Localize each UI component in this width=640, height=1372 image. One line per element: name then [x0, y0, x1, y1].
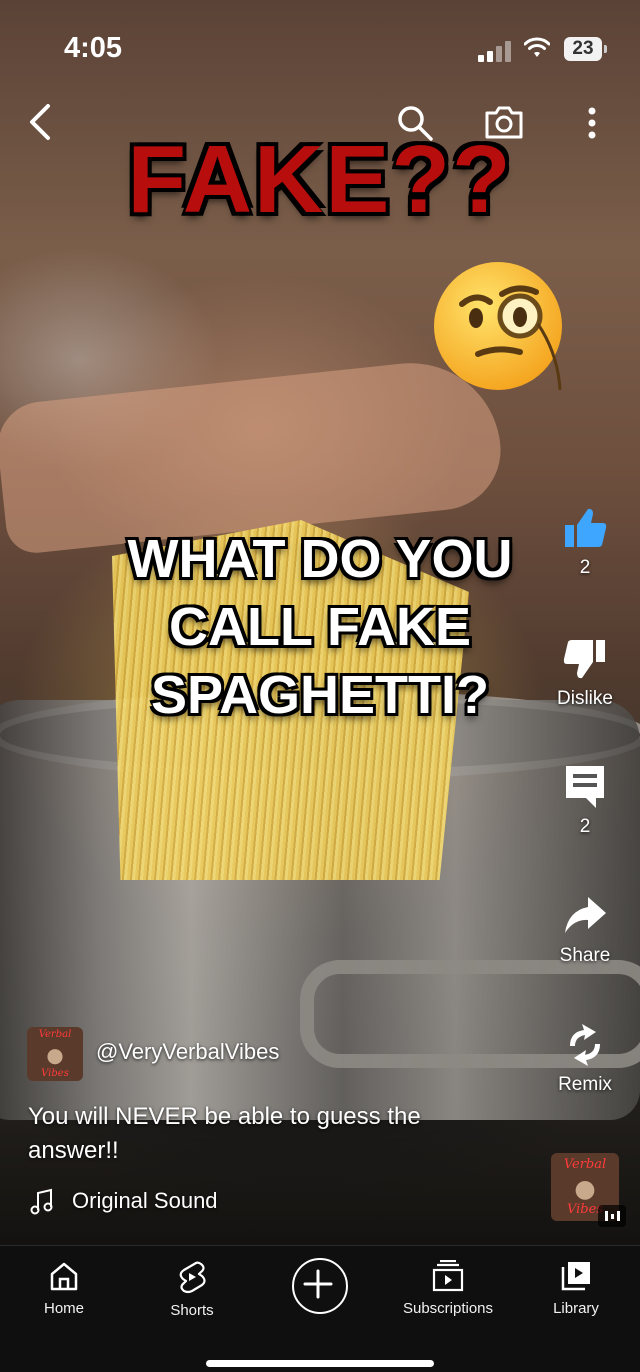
video-caption[interactable]: You will NEVER be able to guess the answ…	[28, 1100, 518, 1168]
audio-bars-icon	[598, 1205, 626, 1227]
channel-handle[interactable]: @VeryVerbalVibes	[96, 1039, 279, 1065]
signal-icon	[478, 40, 512, 62]
dislike-label: Dislike	[557, 688, 613, 709]
sound-thumb-text-top: Verbal	[563, 1157, 607, 1172]
video-overlay-question: WHAT DO YOU CALL FAKE SPAGHETTI?	[127, 529, 513, 725]
remix-button[interactable]: Remix	[540, 1022, 630, 1096]
nav-shorts[interactable]: Shorts	[128, 1260, 256, 1319]
nav-subscriptions-label: Subscriptions	[402, 1300, 494, 1317]
avatar-text-top: Verbal	[38, 1029, 72, 1040]
share-button[interactable]: Share	[540, 893, 630, 967]
bottom-navigation: Home Shorts Subscriptions Library	[0, 1245, 640, 1372]
status-time: 4:05	[64, 32, 123, 64]
share-label: Share	[559, 945, 611, 966]
home-icon	[50, 1262, 78, 1291]
like-button[interactable]: 2	[540, 505, 630, 579]
nav-home-label: Home	[43, 1300, 84, 1317]
wifi-icon	[524, 37, 550, 57]
share-icon	[565, 897, 606, 933]
dislike-button[interactable]: Dislike	[540, 636, 630, 710]
monocle-face-icon	[434, 262, 562, 391]
nav-subscriptions[interactable]: Subscriptions	[384, 1260, 512, 1317]
create-button[interactable]	[292, 1258, 348, 1314]
nav-home[interactable]: Home	[0, 1260, 128, 1317]
home-indicator	[206, 1360, 434, 1367]
battery-tip	[604, 45, 607, 53]
comment-count: 2	[579, 816, 591, 837]
like-count: 2	[579, 557, 591, 578]
nav-library[interactable]: Library	[512, 1260, 640, 1317]
battery-indicator: 23	[564, 37, 602, 61]
nav-shorts-label: Shorts	[170, 1302, 214, 1319]
remix-icon	[570, 1024, 600, 1066]
avatar-text-bottom: Vibes	[41, 1068, 69, 1079]
music-note-icon	[30, 1188, 53, 1215]
remix-label: Remix	[558, 1074, 612, 1095]
shorts-icon	[179, 1261, 206, 1294]
comments-button[interactable]: 2	[540, 762, 630, 838]
comment-icon	[566, 766, 604, 808]
thumbs-down-icon	[563, 640, 605, 679]
nav-library-label: Library	[553, 1300, 599, 1317]
thumbs-up-icon	[565, 508, 607, 547]
sound-name[interactable]: Original Sound	[72, 1188, 218, 1214]
subscriptions-icon	[432, 1260, 464, 1292]
library-icon	[561, 1262, 590, 1291]
plus-icon	[303, 1269, 333, 1299]
channel-avatar[interactable]: Verbal Vibes	[27, 1027, 83, 1081]
video-overlay-title: FAKE??	[127, 126, 513, 233]
